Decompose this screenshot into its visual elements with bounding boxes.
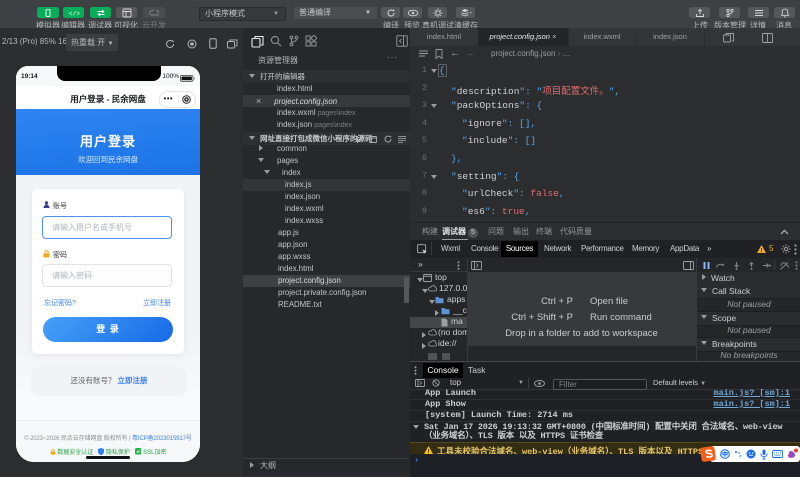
svg-text:</>: </>: [68, 10, 79, 16]
